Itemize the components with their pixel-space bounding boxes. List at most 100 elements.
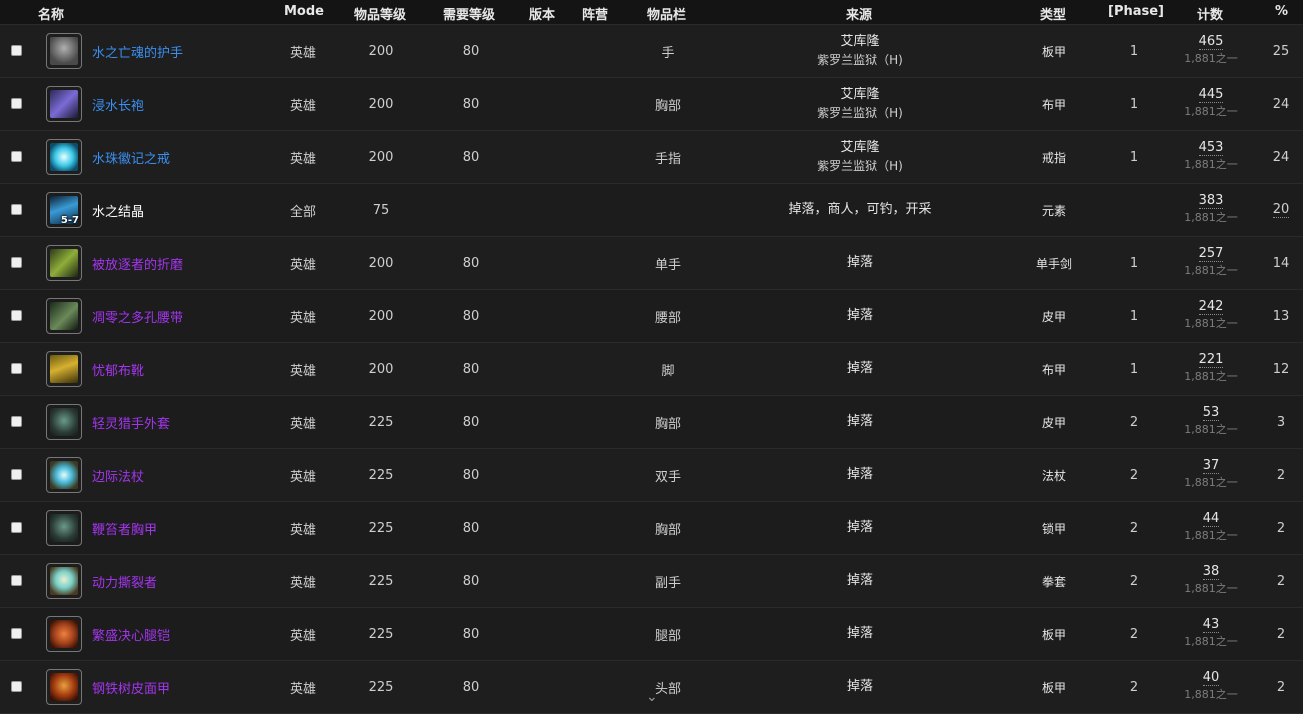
col-req-level[interactable]: 需要等级 <box>443 4 495 23</box>
row-checkbox[interactable] <box>11 98 22 109</box>
source-primary[interactable]: 掉落 <box>847 625 873 643</box>
source-zone[interactable]: 紫罗兰监狱（H) <box>817 157 903 175</box>
source-primary[interactable]: 艾库隆 <box>840 139 879 157</box>
table-row[interactable]: 钢铁树皮面甲 英雄 225 80 头部 掉落 板甲 2 40 1,881之一 2 <box>0 661 1303 714</box>
col-percent[interactable]: % <box>1275 4 1288 19</box>
source-zone[interactable]: 紫罗兰监狱（H) <box>817 51 903 69</box>
item-name-link[interactable]: 钢铁树皮面甲 <box>92 661 170 713</box>
item-name-link[interactable]: 水珠徽记之戒 <box>92 131 170 183</box>
percent-value: 12 <box>1272 361 1290 377</box>
table-row[interactable]: 繁盛决心腿铠 英雄 225 80 腿部 掉落 板甲 2 43 1,881之一 2 <box>0 608 1303 661</box>
item-name-link[interactable]: 凋零之多孔腰带 <box>92 290 183 342</box>
row-checkbox[interactable] <box>11 469 22 480</box>
req-level-cell: 80 <box>462 520 480 536</box>
row-checkbox[interactable] <box>11 204 22 215</box>
table-row[interactable]: 5-7 水之结晶 全部 75 掉落，商人，可钓，开采 元素 383 1,881之… <box>0 184 1303 237</box>
col-item-level[interactable]: 物品等级 <box>354 4 406 23</box>
source-zone[interactable]: 紫罗兰监狱（H) <box>817 104 903 122</box>
col-version[interactable]: 版本 <box>529 4 555 23</box>
row-checkbox[interactable] <box>11 628 22 639</box>
source-primary[interactable]: 掉落，商人，可钓，开采 <box>788 201 931 219</box>
table-row[interactable]: 轻灵猎手外套 英雄 225 80 胸部 掉落 皮甲 2 53 1,881之一 3 <box>0 396 1303 449</box>
req-level-cell: 80 <box>462 679 480 695</box>
item-name-link[interactable]: 水之结晶 <box>92 184 144 236</box>
sword-icon[interactable] <box>46 245 82 281</box>
req-level-cell: 80 <box>462 573 480 589</box>
table-row[interactable]: 水之亡魂的护手 英雄 200 80 手 艾库隆 紫罗兰监狱（H) 板甲 1 46… <box>0 25 1303 78</box>
row-checkbox[interactable] <box>11 257 22 268</box>
source-primary[interactable]: 掉落 <box>847 466 873 484</box>
source-primary[interactable]: 掉落 <box>847 678 873 696</box>
item-name-link[interactable]: 被放逐者的折磨 <box>92 237 183 289</box>
col-phase[interactable]: [Phase] <box>1108 4 1164 19</box>
source-primary[interactable]: 艾库隆 <box>840 86 879 104</box>
col-source[interactable]: 来源 <box>846 4 872 23</box>
phase-cell: 1 <box>1129 361 1139 377</box>
source-primary[interactable]: 掉落 <box>847 413 873 431</box>
gauntlet-icon[interactable] <box>46 33 82 69</box>
count-cell: 453 1,881之一 <box>1170 131 1252 183</box>
item-name-link[interactable]: 忧郁布靴 <box>92 343 144 395</box>
robe-icon[interactable] <box>46 86 82 122</box>
mode-cell: 英雄 <box>289 628 316 644</box>
col-count[interactable]: 计数 <box>1197 4 1223 23</box>
mode-cell: 英雄 <box>289 45 316 61</box>
source-primary[interactable]: 掉落 <box>847 519 873 537</box>
item-level-cell: 225 <box>368 414 394 430</box>
row-checkbox[interactable] <box>11 151 22 162</box>
percent-cell: 2 <box>1266 449 1296 501</box>
legplate-icon[interactable] <box>46 616 82 652</box>
chest-armor-icon[interactable] <box>46 510 82 546</box>
source-primary[interactable]: 艾库隆 <box>840 33 879 51</box>
chevron-down-icon[interactable]: ⌄ <box>646 689 658 705</box>
percent-value: 13 <box>1272 308 1290 324</box>
table-row[interactable]: 水珠徽记之戒 英雄 200 80 手指 艾库隆 紫罗兰监狱（H) 戒指 1 45… <box>0 131 1303 184</box>
table-row[interactable]: 忧郁布靴 英雄 200 80 脚 掉落 布甲 1 221 1,881之一 12 <box>0 343 1303 396</box>
slot-cell: 头部 <box>654 681 681 697</box>
source-primary[interactable]: 掉落 <box>847 572 873 590</box>
crystal-icon[interactable]: 5-7 <box>46 192 82 228</box>
item-level-cell: 225 <box>368 520 394 536</box>
row-checkbox[interactable] <box>11 681 22 692</box>
table-row[interactable]: 动力撕裂者 英雄 225 80 副手 掉落 拳套 2 38 1,881之一 2 <box>0 555 1303 608</box>
table-row[interactable]: 鞭笞者胸甲 英雄 225 80 胸部 掉落 锁甲 2 44 1,881之一 2 <box>0 502 1303 555</box>
item-name-link[interactable]: 边际法杖 <box>92 449 144 501</box>
fist-weapon-icon[interactable] <box>46 563 82 599</box>
row-checkbox[interactable] <box>11 522 22 533</box>
row-checkbox[interactable] <box>11 45 22 56</box>
item-name-link[interactable]: 轻灵猎手外套 <box>92 396 170 448</box>
source-cell: 艾库隆 紫罗兰监狱（H) <box>740 25 980 77</box>
source-cell: 掉落 <box>740 608 980 660</box>
chest-armor-icon[interactable] <box>46 404 82 440</box>
source-primary[interactable]: 掉落 <box>847 307 873 325</box>
row-checkbox[interactable] <box>11 363 22 374</box>
source-primary[interactable]: 掉落 <box>847 360 873 378</box>
item-name-link[interactable]: 鞭笞者胸甲 <box>92 502 157 554</box>
item-name-link[interactable]: 浸水长袍 <box>92 78 144 130</box>
item-name-link[interactable]: 繁盛决心腿铠 <box>92 608 170 660</box>
source-cell: 艾库隆 紫罗兰监狱（H) <box>740 131 980 183</box>
col-mode[interactable]: Mode <box>284 4 324 19</box>
item-name-link[interactable]: 动力撕裂者 <box>92 555 157 607</box>
ring-icon[interactable] <box>46 139 82 175</box>
table-row[interactable]: 凋零之多孔腰带 英雄 200 80 腰部 掉落 皮甲 1 242 1,881之一… <box>0 290 1303 343</box>
table-row[interactable]: 被放逐者的折磨 英雄 200 80 单手 掉落 单手剑 1 257 1,881之… <box>0 237 1303 290</box>
row-checkbox[interactable] <box>11 416 22 427</box>
col-faction[interactable]: 阵营 <box>582 4 608 23</box>
item-name-link[interactable]: 水之亡魂的护手 <box>92 25 183 77</box>
col-slot[interactable]: 物品栏 <box>647 4 686 23</box>
source-primary[interactable]: 掉落 <box>847 254 873 272</box>
col-type[interactable]: 类型 <box>1040 4 1066 23</box>
belt-icon[interactable] <box>46 298 82 334</box>
row-checkbox[interactable] <box>11 575 22 586</box>
boots-icon[interactable] <box>46 351 82 387</box>
table-row[interactable]: 浸水长袍 英雄 200 80 胸部 艾库隆 紫罗兰监狱（H) 布甲 1 445 … <box>0 78 1303 131</box>
helm-icon[interactable] <box>46 669 82 705</box>
source-cell: 掉落 <box>740 290 980 342</box>
count-total: 1,881之一 <box>1184 105 1238 118</box>
type-cell: 皮甲 <box>1041 415 1066 430</box>
row-checkbox[interactable] <box>11 310 22 321</box>
table-row[interactable]: 边际法杖 英雄 225 80 双手 掉落 法杖 2 37 1,881之一 2 <box>0 449 1303 502</box>
staff-icon[interactable] <box>46 457 82 493</box>
col-name[interactable]: 名称 <box>38 4 64 23</box>
